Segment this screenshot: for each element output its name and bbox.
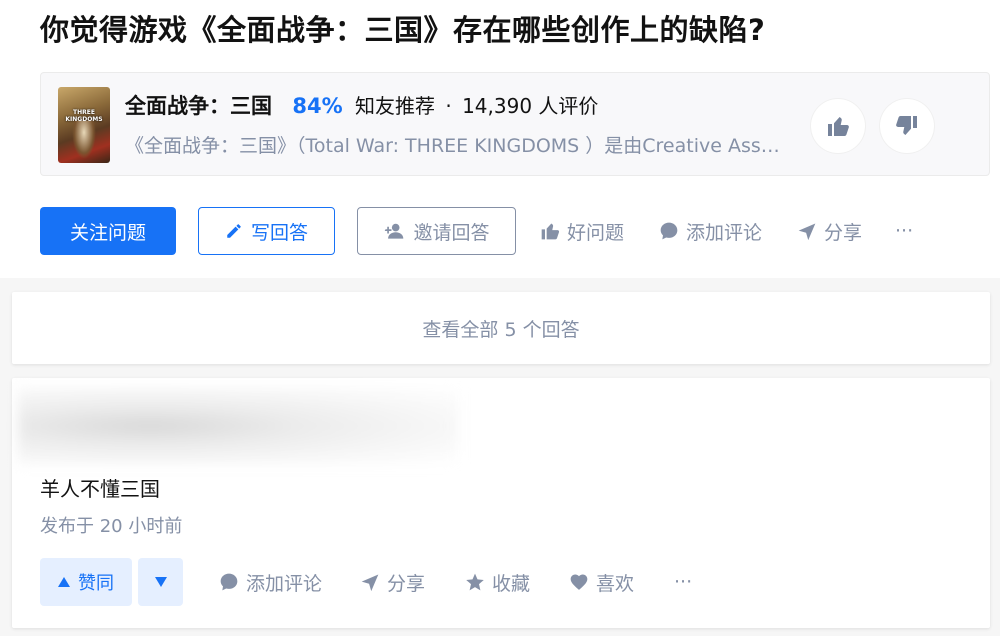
upvote-button[interactable]: 赞同 <box>40 558 132 606</box>
view-all-label: 查看全部 5 个回答 <box>422 318 580 341</box>
triangle-up-icon <box>58 577 70 587</box>
rating-count: 14,390 人评价 <box>462 94 599 118</box>
like-label: 喜欢 <box>596 572 635 595</box>
comment-icon <box>220 573 238 591</box>
game-cover-image[interactable]: THREE KINGDOMS <box>58 87 110 163</box>
follow-label: 关注问题 <box>69 221 146 244</box>
thumbs-up-icon <box>541 223 560 240</box>
view-all-answers-button[interactable]: 查看全部 5 个回答 <box>12 292 990 364</box>
thumbs-down-icon <box>896 116 917 135</box>
blurred-author-info <box>18 388 458 464</box>
like-button[interactable]: 喜欢 <box>569 558 634 606</box>
follow-question-button[interactable]: 关注问题 <box>40 207 176 255</box>
thumbs-up-icon <box>828 117 849 136</box>
triangle-down-icon <box>154 577 167 587</box>
game-card-header: 全面战争：三国 84% 知友推荐 · 14,390 人评价 <box>125 91 598 121</box>
add-comment-button[interactable]: 添加评论 <box>659 207 762 255</box>
answer-content[interactable]: 羊人不懂三国 <box>40 474 160 504</box>
game-name[interactable]: 全面战争：三国 <box>125 94 272 118</box>
heart-icon <box>570 574 588 590</box>
downvote-button[interactable] <box>138 558 183 606</box>
separator-dot: · <box>445 94 452 118</box>
thumbs-up-button[interactable] <box>811 99 865 153</box>
question-actions: 关注问题 写回答 邀请回答 好问题 添加评论 分享 ··· <box>40 207 990 257</box>
invite-answer-button[interactable]: 邀请回答 <box>357 207 516 255</box>
question-title[interactable]: 你觉得游戏《全面战争：三国》存在哪些创作上的缺陷? <box>40 10 765 50</box>
game-description: 《全面战争：三国》（Total War: THREE KINGDOMS ）是由C… <box>125 135 785 157</box>
share-label: 分享 <box>824 221 863 244</box>
share-button[interactable]: 分享 <box>797 207 862 255</box>
thumbs-down-button[interactable] <box>880 99 934 153</box>
answer-share-button[interactable]: 分享 <box>360 558 425 606</box>
answer-card: 羊人不懂三国 发布于 20 小时前 赞同 添加评论 分享 收藏 喜欢 ··· <box>12 378 990 628</box>
answer-timestamp[interactable]: 发布于 20 小时前 <box>40 514 182 540</box>
comment-label: 添加评论 <box>686 221 763 244</box>
answer-comment-label: 添加评论 <box>246 572 323 595</box>
good-question-button[interactable]: 好问题 <box>540 207 624 255</box>
write-answer-button[interactable]: 写回答 <box>198 207 335 255</box>
invite-label: 邀请回答 <box>413 221 490 244</box>
collect-label: 收藏 <box>492 572 531 595</box>
more-icon: ··· <box>895 220 914 242</box>
share-icon <box>361 574 379 592</box>
answer-share-label: 分享 <box>387 572 426 595</box>
collect-button[interactable]: 收藏 <box>465 558 530 606</box>
more-icon: ··· <box>674 571 693 593</box>
share-icon <box>798 223 816 241</box>
pencil-icon <box>227 224 241 238</box>
recommend-label: 知友推荐 <box>354 94 435 118</box>
recommend-percent: 84% <box>292 94 343 118</box>
question-header: 你觉得游戏《全面战争：三国》存在哪些创作上的缺陷? THREE KINGDOMS… <box>0 0 1000 278</box>
star-icon <box>466 573 484 591</box>
write-label: 写回答 <box>250 221 308 244</box>
answer-comment-button[interactable]: 添加评论 <box>219 558 322 606</box>
add-user-icon <box>385 223 404 239</box>
cover-figure <box>72 121 96 159</box>
answer-more-button[interactable]: ··· <box>674 558 692 606</box>
good-question-label: 好问题 <box>567 221 625 244</box>
comment-icon <box>660 222 678 240</box>
more-button[interactable]: ··· <box>895 207 913 255</box>
upvote-label: 赞同 <box>78 573 114 594</box>
game-info-card[interactable]: THREE KINGDOMS 全面战争：三国 84% 知友推荐 · 14,390… <box>40 72 990 176</box>
